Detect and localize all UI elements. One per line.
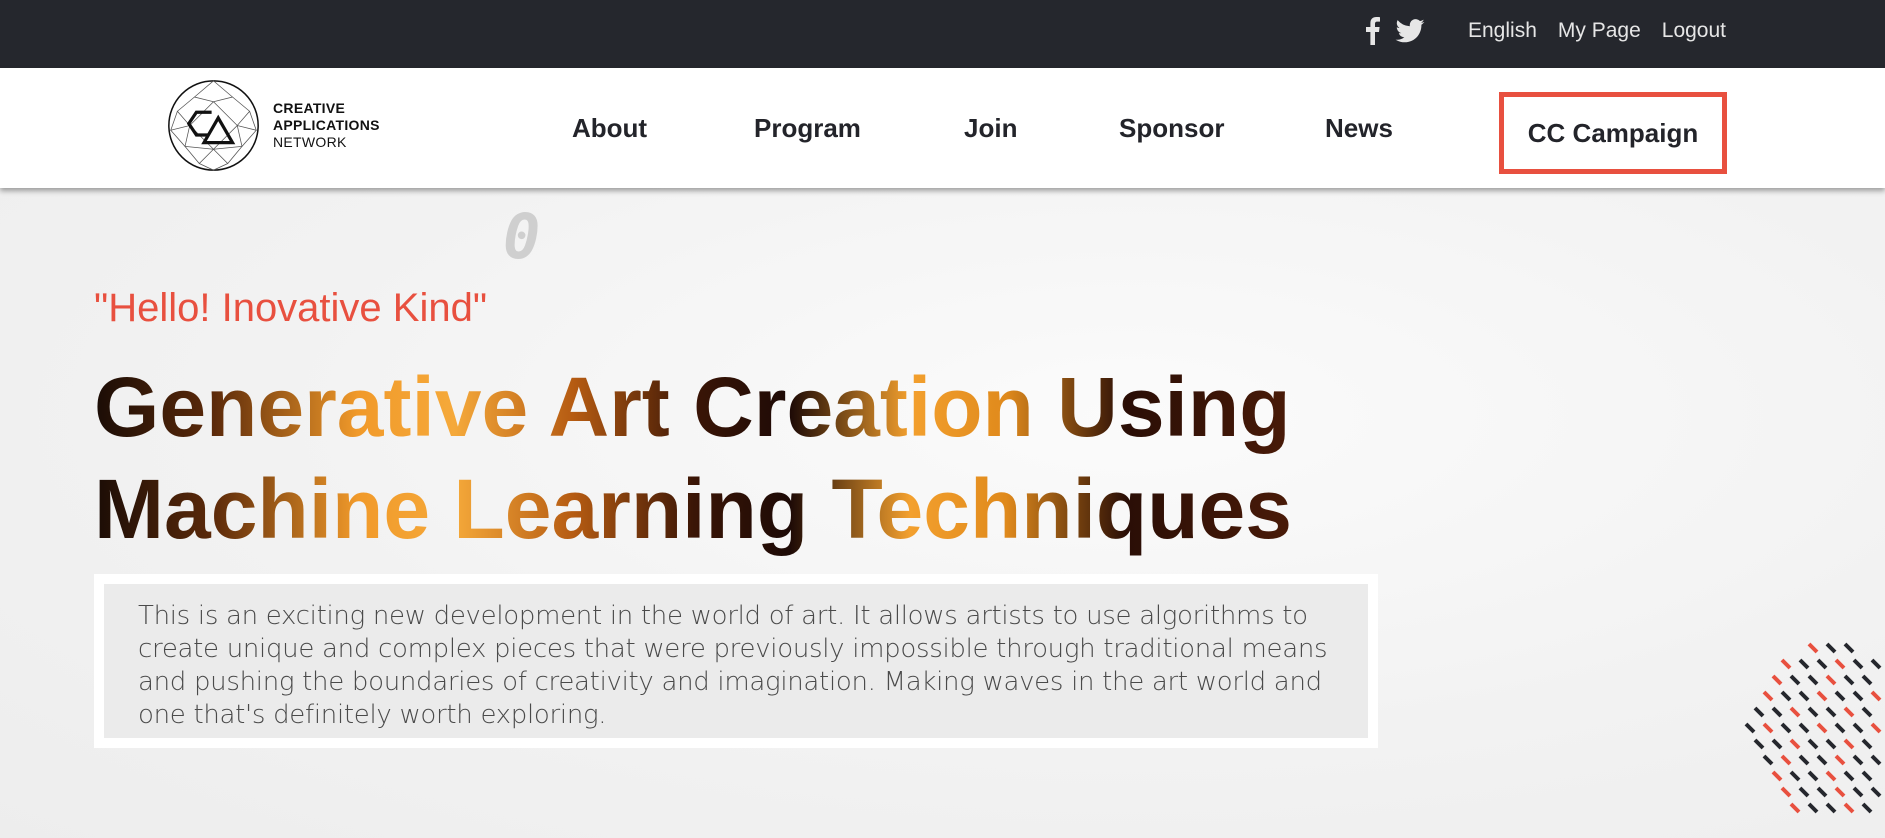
nav-about[interactable]: About — [572, 68, 647, 188]
pattern-dash — [1861, 802, 1873, 814]
hero-description-panel: This is an exciting new development in t… — [104, 584, 1368, 738]
pattern-dash — [1816, 658, 1828, 670]
pattern-dash — [1861, 706, 1873, 718]
dot-pattern-decoration — [1744, 642, 1882, 814]
pattern-dash — [1825, 802, 1837, 814]
pattern-dash — [1825, 738, 1837, 750]
pattern-dash — [1861, 738, 1873, 750]
pattern-dash — [1816, 722, 1828, 734]
logo-geodesic-icon — [168, 80, 259, 171]
pattern-dash — [1834, 658, 1846, 670]
twitter-icon[interactable] — [1395, 16, 1425, 46]
pattern-dash — [1780, 786, 1792, 798]
pattern-dash — [1825, 706, 1837, 718]
hero-description: This is an exciting new development in t… — [138, 601, 1328, 730]
hero-greeting: "Hello! Inovative Kind" — [94, 286, 488, 330]
pattern-dash — [1852, 786, 1864, 798]
logo-line-2: APPLICATIONS — [273, 117, 380, 133]
nav-sponsor[interactable]: Sponsor — [1119, 68, 1224, 188]
pattern-dash — [1798, 754, 1810, 766]
pattern-dash — [1843, 706, 1855, 718]
logo-line-1: CREATIVE — [273, 100, 346, 116]
pattern-dash — [1789, 706, 1801, 718]
pattern-dash — [1852, 754, 1864, 766]
pattern-dash — [1762, 722, 1774, 734]
pattern-dash — [1834, 754, 1846, 766]
pattern-dash — [1807, 706, 1819, 718]
pattern-dash — [1843, 642, 1855, 654]
pattern-dash — [1762, 690, 1774, 702]
logo[interactable]: CREATIVE APPLICATIONS NETWORK — [166, 78, 380, 173]
pattern-dash — [1825, 770, 1837, 782]
pattern-dash — [1816, 690, 1828, 702]
pattern-dash — [1807, 738, 1819, 750]
nav-news[interactable]: News — [1325, 68, 1393, 188]
pattern-dash — [1870, 658, 1882, 670]
pattern-dash — [1870, 754, 1882, 766]
pattern-dash — [1780, 722, 1792, 734]
pattern-dash — [1807, 802, 1819, 814]
pattern-dash — [1816, 754, 1828, 766]
pattern-dash — [1843, 674, 1855, 686]
hero-section: 0 "Hello! Inovative Kind" Generative Art… — [0, 188, 1885, 838]
pattern-dash — [1843, 738, 1855, 750]
pattern-dash — [1807, 642, 1819, 654]
logo-text: CREATIVE APPLICATIONS NETWORK — [273, 100, 380, 151]
pattern-dash — [1780, 690, 1792, 702]
social-links — [1365, 16, 1425, 46]
top-bar-links: English My Page Logout — [1365, 0, 1726, 62]
pattern-dash — [1762, 754, 1774, 766]
pattern-dash — [1870, 722, 1882, 734]
pattern-dash — [1789, 770, 1801, 782]
pattern-dash — [1789, 802, 1801, 814]
pattern-dash — [1798, 658, 1810, 670]
nav-program[interactable]: Program — [754, 68, 861, 188]
pattern-dash — [1825, 674, 1837, 686]
pattern-dash — [1843, 770, 1855, 782]
language-link[interactable]: English — [1468, 19, 1537, 43]
pattern-dash — [1771, 706, 1783, 718]
top-bar: English My Page Logout — [0, 0, 1885, 68]
hero-headline: Generative Art Creation Using Machine Le… — [94, 356, 1294, 560]
main-navbar: CREATIVE APPLICATIONS NETWORK About Prog… — [0, 68, 1885, 188]
pattern-dash — [1789, 674, 1801, 686]
pattern-dash — [1852, 658, 1864, 670]
pattern-dash — [1825, 642, 1837, 654]
pattern-dash — [1834, 722, 1846, 734]
pattern-dash — [1753, 706, 1765, 718]
pattern-dash — [1861, 770, 1873, 782]
pattern-dash — [1771, 738, 1783, 750]
pattern-dash — [1771, 674, 1783, 686]
pattern-dash — [1780, 658, 1792, 670]
pattern-dash — [1843, 802, 1855, 814]
pattern-dash — [1807, 770, 1819, 782]
pattern-dash — [1834, 690, 1846, 702]
decorative-glyph: 0 — [503, 200, 541, 273]
pattern-dash — [1798, 786, 1810, 798]
pattern-dash — [1870, 786, 1882, 798]
pattern-dash — [1798, 722, 1810, 734]
pattern-dash — [1852, 690, 1864, 702]
pattern-dash — [1744, 722, 1756, 734]
hero-description-box: This is an exciting new development in t… — [94, 574, 1378, 748]
pattern-dash — [1753, 738, 1765, 750]
facebook-icon[interactable] — [1365, 16, 1381, 46]
pattern-dash — [1807, 674, 1819, 686]
cc-campaign-button[interactable]: CC Campaign — [1499, 92, 1727, 174]
pattern-dash — [1852, 722, 1864, 734]
pattern-dash — [1870, 690, 1882, 702]
my-page-link[interactable]: My Page — [1558, 19, 1641, 43]
logo-line-3: NETWORK — [273, 134, 347, 150]
pattern-dash — [1834, 786, 1846, 798]
pattern-dash — [1771, 770, 1783, 782]
nav-join[interactable]: Join — [964, 68, 1017, 188]
pattern-dash — [1816, 786, 1828, 798]
pattern-dash — [1780, 754, 1792, 766]
pattern-dash — [1789, 738, 1801, 750]
pattern-dash — [1798, 690, 1810, 702]
pattern-dash — [1861, 674, 1873, 686]
logout-link[interactable]: Logout — [1662, 19, 1726, 43]
